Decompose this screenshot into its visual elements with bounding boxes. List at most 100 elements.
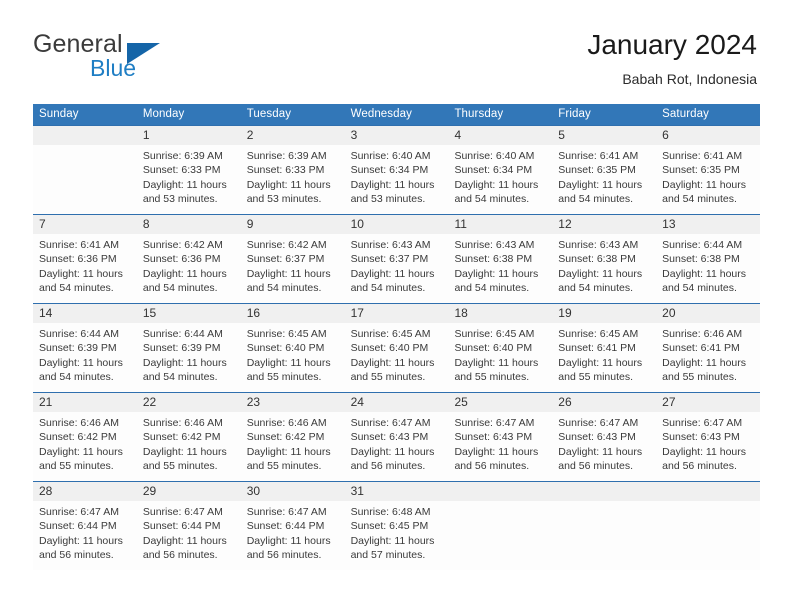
daylight-line-2: and 54 minutes. [39, 371, 114, 384]
day-cell[interactable]: Sunrise: 6:44 AM Sunset: 6:39 PM Dayligh… [137, 323, 241, 392]
day-cell[interactable]: Sunrise: 6:42 AM Sunset: 6:36 PM Dayligh… [137, 234, 241, 303]
day-number[interactable]: 4 [448, 126, 552, 145]
day-cell[interactable]: Sunrise: 6:41 AM Sunset: 6:35 PM Dayligh… [656, 145, 760, 214]
calendar-grid: Sunday Monday Tuesday Wednesday Thursday… [33, 104, 760, 570]
day-number[interactable]: 15 [137, 304, 241, 323]
day-cell[interactable]: Sunrise: 6:47 AM Sunset: 6:43 PM Dayligh… [345, 412, 449, 481]
daylight-line-1: Daylight: 11 hours [142, 178, 227, 191]
day-number[interactable] [448, 482, 552, 501]
day-cell[interactable] [552, 501, 656, 570]
day-number[interactable]: 31 [345, 482, 449, 501]
day-number[interactable]: 22 [137, 393, 241, 412]
daylight-line-2: and 53 minutes. [350, 193, 426, 206]
day-number[interactable]: 17 [345, 304, 449, 323]
day-number[interactable]: 30 [241, 482, 345, 501]
day-number[interactable]: 26 [552, 393, 656, 412]
day-cell[interactable]: Sunrise: 6:47 AM Sunset: 6:44 PM Dayligh… [137, 501, 241, 570]
day-number[interactable]: 27 [656, 393, 760, 412]
day-number[interactable]: 14 [33, 304, 137, 323]
day-number-band: 1 2 3 4 5 6 [33, 126, 760, 145]
sunset-line: Sunset: 6:38 PM [662, 253, 740, 266]
daylight-line-1: Daylight: 11 hours [454, 178, 539, 191]
day-number[interactable]: 10 [345, 215, 449, 234]
day-number[interactable]: 6 [656, 126, 760, 145]
day-cell[interactable] [656, 501, 760, 570]
day-cell[interactable]: Sunrise: 6:46 AM Sunset: 6:42 PM Dayligh… [137, 412, 241, 481]
sunrise-line: Sunrise: 6:47 AM [558, 417, 639, 429]
day-number-band: 14 15 16 17 18 19 20 [33, 304, 760, 323]
day-number[interactable]: 8 [137, 215, 241, 234]
day-number[interactable]: 13 [656, 215, 760, 234]
sunrise-line: Sunrise: 6:44 AM [662, 239, 743, 251]
day-cell[interactable]: Sunrise: 6:43 AM Sunset: 6:38 PM Dayligh… [552, 234, 656, 303]
day-cell[interactable]: Sunrise: 6:39 AM Sunset: 6:33 PM Dayligh… [137, 145, 241, 214]
day-number[interactable]: 18 [448, 304, 552, 323]
sunrise-line: Sunrise: 6:47 AM [454, 417, 535, 429]
weekday-header-monday: Monday [142, 108, 185, 120]
day-cell[interactable]: Sunrise: 6:43 AM Sunset: 6:37 PM Dayligh… [345, 234, 449, 303]
day-cell[interactable]: Sunrise: 6:42 AM Sunset: 6:37 PM Dayligh… [241, 234, 345, 303]
daylight-line-2: and 56 minutes. [350, 460, 426, 473]
day-number[interactable] [33, 126, 137, 145]
day-number[interactable]: 9 [241, 215, 345, 234]
day-cell[interactable]: Sunrise: 6:46 AM Sunset: 6:41 PM Dayligh… [656, 323, 760, 392]
day-cell[interactable] [448, 501, 552, 570]
sunset-line: Sunset: 6:37 PM [246, 253, 325, 266]
daylight-line-2: and 54 minutes. [142, 371, 218, 384]
sunrise-line: Sunrise: 6:45 AM [350, 328, 431, 340]
day-number[interactable]: 23 [241, 393, 345, 412]
day-number[interactable]: 21 [33, 393, 137, 412]
sunset-line: Sunset: 6:43 PM [350, 431, 429, 444]
day-cell[interactable]: Sunrise: 6:47 AM Sunset: 6:43 PM Dayligh… [448, 412, 552, 481]
general-blue-logo[interactable]: General Blue [33, 30, 233, 86]
daylight-line-1: Daylight: 11 hours [662, 445, 747, 458]
day-cell[interactable]: Sunrise: 6:43 AM Sunset: 6:38 PM Dayligh… [448, 234, 552, 303]
day-cell[interactable]: Sunrise: 6:47 AM Sunset: 6:43 PM Dayligh… [552, 412, 656, 481]
day-cell[interactable]: Sunrise: 6:45 AM Sunset: 6:40 PM Dayligh… [241, 323, 345, 392]
day-number[interactable]: 2 [241, 126, 345, 145]
day-number[interactable]: 7 [33, 215, 137, 234]
day-cell[interactable]: Sunrise: 6:47 AM Sunset: 6:44 PM Dayligh… [33, 501, 137, 570]
day-number[interactable]: 29 [137, 482, 241, 501]
day-number[interactable]: 11 [448, 215, 552, 234]
daylight-line-2: and 57 minutes. [350, 549, 426, 562]
day-cell[interactable]: Sunrise: 6:41 AM Sunset: 6:36 PM Dayligh… [33, 234, 137, 303]
sunrise-line: Sunrise: 6:47 AM [39, 506, 119, 518]
day-cell[interactable] [33, 145, 137, 214]
daylight-line-1: Daylight: 11 hours [454, 356, 539, 369]
day-number[interactable]: 28 [33, 482, 137, 501]
day-number[interactable]: 19 [552, 304, 656, 323]
daylight-line-1: Daylight: 11 hours [142, 534, 227, 547]
day-number[interactable]: 25 [448, 393, 552, 412]
daylight-line-2: and 54 minutes. [454, 193, 530, 206]
day-cell[interactable]: Sunrise: 6:45 AM Sunset: 6:40 PM Dayligh… [448, 323, 552, 392]
day-number[interactable]: 20 [656, 304, 760, 323]
day-number[interactable]: 3 [345, 126, 449, 145]
day-cell[interactable]: Sunrise: 6:47 AM Sunset: 6:44 PM Dayligh… [241, 501, 345, 570]
daylight-line-2: and 55 minutes. [454, 371, 530, 384]
day-cell[interactable]: Sunrise: 6:39 AM Sunset: 6:33 PM Dayligh… [241, 145, 345, 214]
day-cell[interactable]: Sunrise: 6:44 AM Sunset: 6:38 PM Dayligh… [656, 234, 760, 303]
day-number[interactable]: 1 [137, 126, 241, 145]
day-number[interactable] [552, 482, 656, 501]
day-cell[interactable]: Sunrise: 6:45 AM Sunset: 6:40 PM Dayligh… [345, 323, 449, 392]
day-cell[interactable]: Sunrise: 6:47 AM Sunset: 6:43 PM Dayligh… [656, 412, 760, 481]
day-number[interactable]: 24 [345, 393, 449, 412]
day-number[interactable]: 16 [241, 304, 345, 323]
day-cell[interactable]: Sunrise: 6:44 AM Sunset: 6:39 PM Dayligh… [33, 323, 137, 392]
sunrise-line: Sunrise: 6:41 AM [558, 150, 639, 162]
sunrise-line: Sunrise: 6:43 AM [454, 239, 535, 251]
daylight-line-2: and 54 minutes. [142, 282, 218, 295]
sunrise-line: Sunrise: 6:45 AM [246, 328, 327, 340]
day-cell[interactable]: Sunrise: 6:40 AM Sunset: 6:34 PM Dayligh… [448, 145, 552, 214]
day-cell[interactable]: Sunrise: 6:45 AM Sunset: 6:41 PM Dayligh… [552, 323, 656, 392]
day-number[interactable]: 5 [552, 126, 656, 145]
sunrise-line: Sunrise: 6:47 AM [662, 417, 743, 429]
day-cell[interactable]: Sunrise: 6:48 AM Sunset: 6:45 PM Dayligh… [345, 501, 449, 570]
day-number[interactable] [656, 482, 760, 501]
day-cell[interactable]: Sunrise: 6:40 AM Sunset: 6:34 PM Dayligh… [345, 145, 449, 214]
day-cell[interactable]: Sunrise: 6:46 AM Sunset: 6:42 PM Dayligh… [33, 412, 137, 481]
day-number[interactable]: 12 [552, 215, 656, 234]
day-cell[interactable]: Sunrise: 6:46 AM Sunset: 6:42 PM Dayligh… [241, 412, 345, 481]
day-cell[interactable]: Sunrise: 6:41 AM Sunset: 6:35 PM Dayligh… [552, 145, 656, 214]
